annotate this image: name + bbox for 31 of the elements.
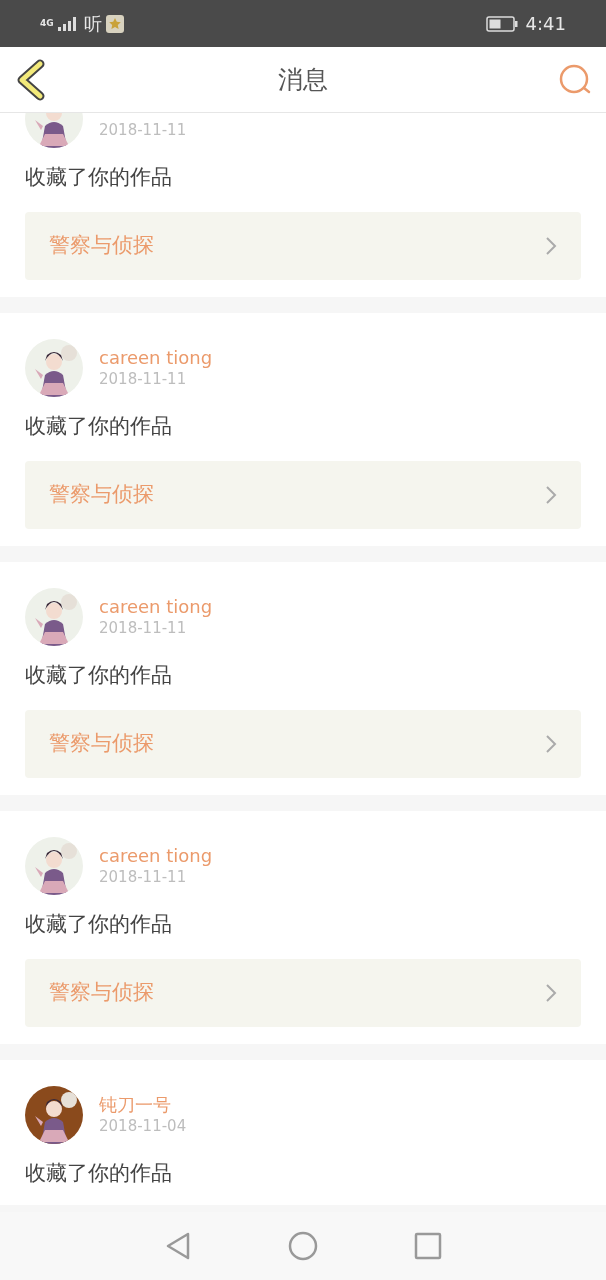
work-link[interactable]: 警察与侦探 xyxy=(25,959,581,1027)
chevron-icon xyxy=(545,734,557,754)
back-nav-icon[interactable] xyxy=(164,1231,192,1261)
work-link[interactable]: 警察与侦探 xyxy=(25,461,581,529)
message-text: 收藏了你的作品 xyxy=(25,911,173,938)
message-text: 收藏了你的作品 xyxy=(25,413,173,440)
work-link[interactable]: 警察与侦探 xyxy=(25,710,581,778)
clock: 4:41 xyxy=(525,12,566,36)
message-date: 2018-11-04 xyxy=(99,1116,187,1136)
message-date: 2018-11-11 xyxy=(99,120,187,140)
chevron-icon xyxy=(545,236,557,256)
chevron-icon xyxy=(545,485,557,505)
network-label: 4G xyxy=(40,19,54,28)
home-nav-icon[interactable] xyxy=(288,1231,318,1261)
user-name[interactable]: 钝刀一号 xyxy=(99,1094,187,1116)
user-name[interactable]: careen tiong xyxy=(99,596,213,618)
user-name[interactable]: careen tiong xyxy=(99,845,213,867)
message-date: 2018-11-11 xyxy=(99,618,188,638)
battery-icon xyxy=(485,15,518,32)
message-date: 2018-11-11 xyxy=(99,867,188,887)
message-date: 2018-11-11 xyxy=(99,369,188,389)
recent-apps-icon[interactable] xyxy=(414,1232,442,1260)
user-name[interactable]: careen tiong xyxy=(99,347,213,369)
page-title: 消息 xyxy=(278,63,328,96)
message-text: 收藏了你的作品 xyxy=(25,662,173,689)
chevron-icon xyxy=(545,983,557,1003)
signal-icon xyxy=(57,16,76,31)
notification-label: 听 xyxy=(83,14,102,33)
message-text: 收藏了你的作品 xyxy=(25,1160,173,1187)
message-text: 收藏了你的作品 xyxy=(25,164,173,191)
work-link[interactable]: 警察与侦探 xyxy=(25,212,581,280)
